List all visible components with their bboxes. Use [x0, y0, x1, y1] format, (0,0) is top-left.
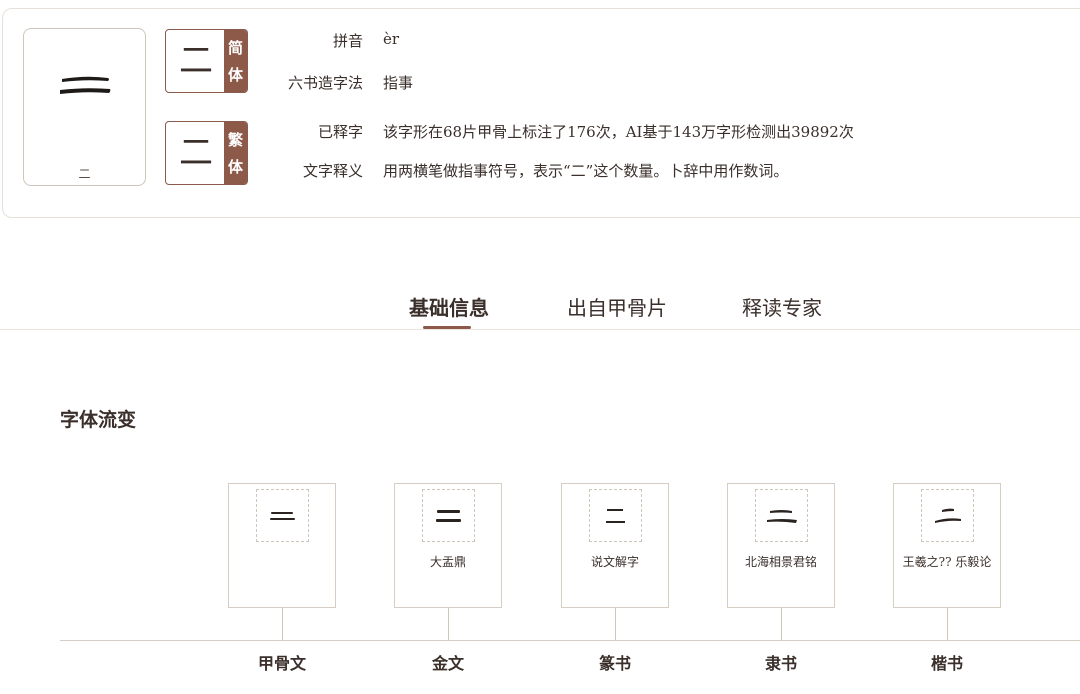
formation-value: 指事 — [383, 74, 414, 92]
character-info-card: 二 二 简 体 二 繁 体 拼音 èr 六书造字法 指事 已释字 该字形在68片… — [2, 8, 1080, 218]
annotated-label: 已释字 — [317, 123, 363, 141]
traditional-form-box[interactable]: 二 繁 体 — [165, 121, 248, 185]
meaning-label: 文字释义 — [302, 162, 363, 180]
traditional-tag: 繁 体 — [224, 122, 247, 184]
evolution-label-oracle: 甲骨文 — [257, 654, 306, 673]
evolution-glyph-bronze — [422, 489, 475, 542]
timeline-axis — [60, 640, 1080, 641]
tab-experts[interactable]: 释读专家 — [742, 292, 822, 321]
section-title: 字体流变 — [60, 409, 137, 431]
evolution-card-clerical[interactable]: 北海相景君铭 — [727, 483, 835, 608]
evolution-card-regular[interactable]: 王羲之?? 乐毅论 — [893, 483, 1001, 608]
simplified-glyph: 二 — [179, 41, 213, 81]
traditional-tag-char-1: 繁 — [227, 131, 243, 149]
pinyin-value: èr — [383, 30, 400, 48]
timeline-stem — [282, 608, 283, 640]
simplified-form-box[interactable]: 二 简 体 — [165, 29, 248, 93]
evolution-card-bronze[interactable]: 大盂鼎 — [394, 483, 502, 608]
active-tab-indicator — [423, 326, 471, 329]
evolution-label-regular: 楷书 — [930, 654, 963, 673]
evolution-glyph-regular — [921, 489, 974, 542]
evolution-label-bronze: 金文 — [431, 654, 464, 673]
timeline-stem — [615, 608, 616, 640]
traditional-glyph: 二 — [179, 133, 213, 173]
evolution-source-bronze: 大盂鼎 — [429, 555, 466, 569]
evolution-source-regular: 王羲之?? 乐毅论 — [902, 555, 992, 569]
evolution-label-seal: 篆书 — [598, 654, 631, 673]
tab-bar: 基础信息 出自甲骨片 释读专家 — [0, 288, 1080, 330]
traditional-tag-char-2: 体 — [227, 158, 243, 176]
timeline-stem — [448, 608, 449, 640]
evolution-card-seal[interactable]: 说文解字 — [561, 483, 669, 608]
meaning-value: 用两横笔做指事符号，表示“二”这个数量。卜辞中用作数词。 — [383, 162, 789, 180]
evolution-label-clerical: 隶书 — [764, 654, 797, 673]
annotated-value: 该字形在68片甲骨上标注了176次，AI基于143万字形检测出39892次 — [383, 123, 854, 141]
evolution-glyph-seal — [589, 489, 642, 542]
timeline-stem — [781, 608, 782, 640]
timeline-stem — [947, 608, 948, 640]
formation-label: 六书造字法 — [287, 74, 363, 92]
tab-oracle-pieces[interactable]: 出自甲骨片 — [567, 292, 667, 321]
evolution-glyph-oracle — [256, 489, 309, 542]
tab-basic-info[interactable]: 基础信息 — [409, 292, 489, 321]
oracle-glyph-image — [60, 76, 111, 94]
character-caption: 二 — [78, 167, 91, 181]
character-image-box: 二 — [23, 28, 146, 186]
evolution-source-seal: 说文解字 — [590, 555, 639, 569]
pinyin-label: 拼音 — [332, 32, 363, 50]
simplified-tag-char-2: 体 — [227, 66, 243, 84]
evolution-source-clerical: 北海相景君铭 — [744, 555, 817, 569]
evolution-card-oracle[interactable] — [228, 483, 336, 608]
evolution-glyph-clerical — [755, 489, 808, 542]
simplified-tag-char-1: 简 — [227, 39, 243, 57]
simplified-tag: 简 体 — [224, 30, 247, 92]
